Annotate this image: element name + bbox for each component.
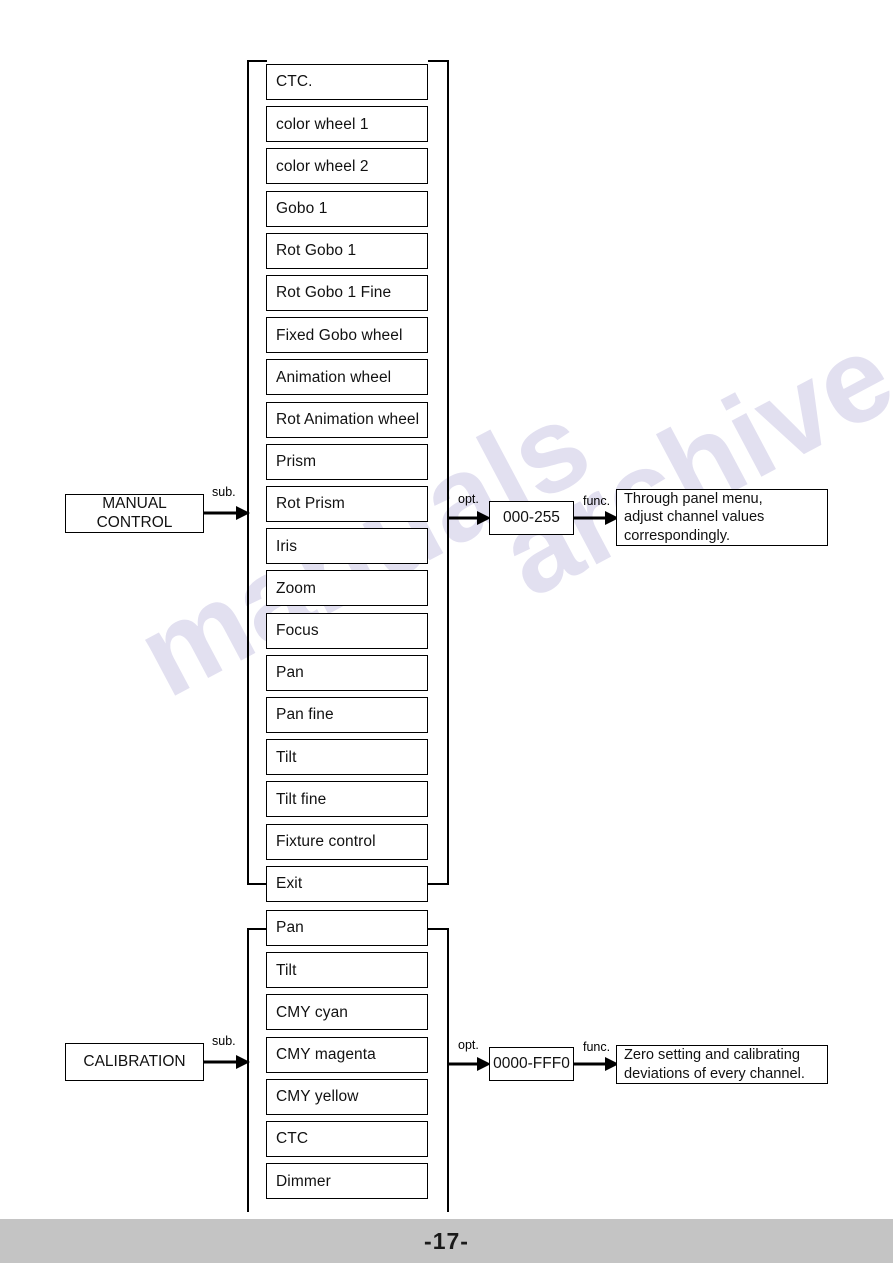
menu-item-label: Tilt fine [276, 790, 327, 808]
arrow-label-func-manual: func. [583, 494, 611, 508]
menu-item-label: Rot Prism [276, 495, 345, 513]
menu-item-manual-control[interactable]: Fixture control [266, 823, 428, 860]
menu-item-label: Iris [276, 537, 298, 555]
arrow-label-sub-manual: sub. [212, 485, 236, 499]
menu-item-manual-control[interactable]: color wheel 1 [266, 106, 428, 143]
menu-item-label: Exit [276, 875, 303, 893]
menu-item-manual-control[interactable]: Tilt [266, 739, 428, 776]
description-line-2-calibration: deviations of every channel. [624, 1065, 805, 1082]
bracket-right-stub-top-calibration [428, 928, 448, 930]
bracket-left-stub-top-calibration [247, 928, 267, 930]
arrow-opt-calibration [447, 1057, 491, 1071]
root-node-calibration[interactable]: CALIBRATION [65, 1043, 204, 1081]
menu-item-manual-control[interactable]: CTC. [266, 64, 428, 100]
menu-item-manual-control[interactable]: Focus [266, 612, 428, 649]
menu-item-calibration[interactable]: CMY cyan [266, 994, 428, 1031]
menu-item-manual-control[interactable]: Animation wheel [266, 359, 428, 396]
menu-item-label: Tilt [276, 748, 297, 766]
description-box-calibration: Zero setting and calibrating deviations … [616, 1045, 828, 1084]
arrow-label-func-calibration: func. [583, 1040, 611, 1054]
menu-item-manual-control[interactable]: color wheel 2 [266, 148, 428, 185]
menu-item-label: CMY cyan [276, 1003, 349, 1021]
option-value-text: 000-255 [503, 509, 560, 526]
menu-item-manual-control[interactable]: Rot Prism [266, 486, 428, 522]
root-label-line1: MANUAL [102, 494, 167, 512]
description-line-3: correspondingly. [624, 527, 730, 544]
arrow-sub-manual [204, 506, 250, 520]
bracket-left-calibration [247, 928, 249, 1212]
bracket-left-stub-bottom-manual [247, 883, 267, 885]
menu-item-manual-control[interactable]: Rot Gobo 1 [266, 232, 428, 269]
arrow-func-manual [574, 511, 619, 525]
arrow-sub-calibration [204, 1055, 250, 1069]
menu-item-label: color wheel 1 [276, 115, 369, 133]
menu-item-manual-control[interactable]: Pan [266, 654, 428, 691]
root-label-line2: CONTROL [96, 513, 173, 531]
menu-item-label: Pan [276, 664, 304, 682]
menu-item-label: Focus [276, 622, 319, 640]
menu-item-manual-control[interactable]: Gobo 1 [266, 190, 428, 227]
menu-item-label: CMY yellow [276, 1088, 359, 1106]
root-label-calibration: CALIBRATION [83, 1052, 186, 1070]
bracket-left-manual [247, 60, 249, 885]
menu-item-label: Dimmer [276, 1172, 331, 1190]
menu-item-manual-control[interactable]: Rot Animation wheel [266, 401, 428, 438]
arrow-opt-manual [447, 511, 491, 525]
description-line-1-calibration: Zero setting and calibrating [624, 1047, 801, 1064]
description-line-1: Through panel menu, [624, 491, 763, 508]
menu-item-calibration[interactable]: Pan [266, 910, 428, 946]
menu-item-label: CMY magenta [276, 1046, 376, 1064]
menu-item-calibration[interactable]: CMY magenta [266, 1036, 428, 1073]
option-value-text-calibration: 0000-FFF0 [493, 1055, 570, 1072]
menu-item-calibration[interactable]: Tilt [266, 952, 428, 989]
menu-item-label: Tilt [276, 961, 297, 979]
bracket-right-manual [447, 60, 449, 885]
arrow-label-opt-manual: opt. [458, 492, 479, 506]
menu-item-label: Rot Animation wheel [276, 411, 420, 429]
menu-item-label: Pan fine [276, 706, 334, 724]
menu-item-label: CTC. [276, 73, 313, 91]
arrow-func-calibration [574, 1057, 619, 1071]
menu-item-label: color wheel 2 [276, 157, 369, 175]
bracket-right-stub-top-manual [428, 60, 448, 62]
page-footer: -17- [0, 1219, 893, 1263]
menu-item-calibration[interactable]: CTC [266, 1121, 428, 1157]
menu-item-label: Fixture control [276, 833, 376, 851]
menu-item-manual-control[interactable]: Zoom [266, 570, 428, 607]
arrow-label-sub-calibration: sub. [212, 1034, 236, 1048]
menu-flow-diagram: MANUAL CONTROL sub. CTC. color wheel 1 col… [0, 0, 893, 1263]
menu-item-label: Rot Gobo 1 [276, 242, 357, 260]
menu-item-calibration[interactable]: CMY yellow [266, 1078, 428, 1115]
bracket-left-stub-top-manual [247, 60, 267, 62]
menu-item-label: Gobo 1 [276, 200, 328, 218]
root-node-manual-control[interactable]: MANUAL CONTROL [65, 494, 204, 533]
menu-item-manual-control[interactable]: Prism [266, 443, 428, 480]
menu-item-manual-control[interactable]: Iris [266, 528, 428, 565]
menu-item-manual-control[interactable]: Rot Gobo 1 Fine [266, 275, 428, 311]
menu-item-manual-control[interactable]: Pan fine [266, 697, 428, 733]
menu-item-manual-control[interactable]: Tilt fine [266, 781, 428, 818]
menu-item-label: CTC [276, 1130, 309, 1148]
bracket-right-stub-bottom-manual [428, 883, 448, 885]
menu-item-label: Rot Gobo 1 Fine [276, 284, 392, 302]
description-line-2: adjust channel values [624, 509, 765, 526]
menu-item-label: Pan [276, 919, 304, 937]
option-value-box-calibration[interactable]: 0000-FFF0 [489, 1047, 574, 1081]
menu-item-label: Fixed Gobo wheel [276, 326, 403, 344]
menu-item-manual-control[interactable]: Exit [266, 865, 428, 902]
menu-item-label: Zoom [276, 579, 317, 597]
menu-item-label: Animation wheel [276, 368, 392, 386]
page-number: -17- [424, 1227, 469, 1254]
arrow-label-opt-calibration: opt. [458, 1038, 479, 1052]
description-box-manual: Through panel menu, adjust channel value… [616, 489, 828, 546]
option-value-box-manual[interactable]: 000-255 [489, 501, 574, 535]
menu-item-label: Prism [276, 453, 317, 471]
menu-item-calibration[interactable]: Dimmer [266, 1163, 428, 1200]
menu-item-manual-control[interactable]: Fixed Gobo wheel [266, 317, 428, 354]
